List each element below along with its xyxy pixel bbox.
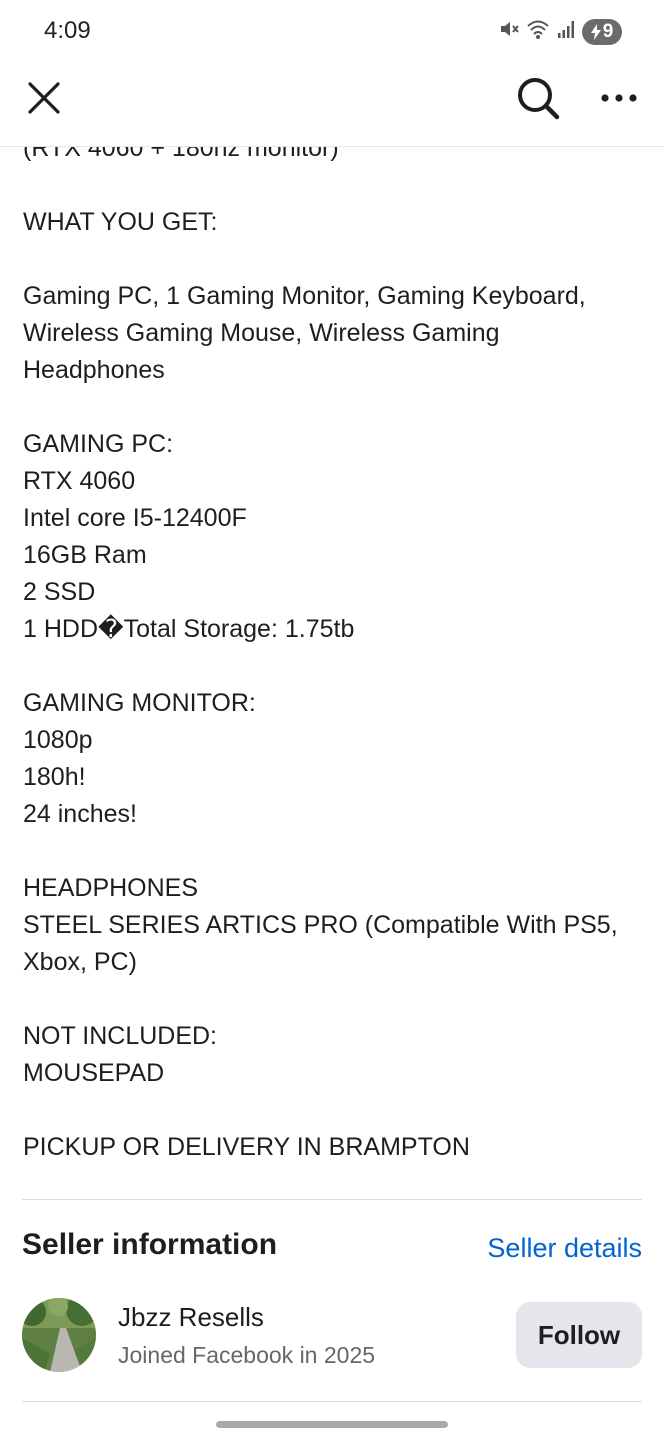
description-line: 1 HDD�Total Storage: 1.75tb: [23, 615, 355, 643]
seller-details-link[interactable]: Seller details: [487, 1233, 642, 1264]
description-line: PICKUP OR DELIVERY IN BRAMPTON: [23, 1133, 470, 1161]
search-button[interactable]: [512, 72, 564, 124]
status-time: 4:09: [44, 17, 91, 44]
avatar[interactable]: [22, 1298, 96, 1372]
description-line: 180h!: [23, 763, 86, 791]
seller-joined-date: Joined Facebook in 2025: [118, 1342, 376, 1368]
signal-icon: [556, 19, 576, 44]
description-blank-line: [23, 648, 643, 685]
description-line: GAMING PC:: [23, 430, 174, 458]
description-line: Xbox, PC): [23, 948, 137, 976]
mute-icon: [498, 18, 520, 45]
description-line: RTX 4060: [23, 467, 136, 495]
description-blank-line: [23, 389, 643, 426]
battery-level: 9: [602, 20, 614, 42]
description-line: WHAT YOU GET:: [23, 208, 218, 236]
seller-name[interactable]: Jbzz Resells: [118, 1302, 264, 1333]
description-line: Intel core I5-12400F: [23, 504, 247, 532]
wifi-icon: [526, 18, 550, 45]
section-divider: [22, 1199, 642, 1200]
top-navigation: [0, 64, 664, 147]
description-blank-line: [23, 1092, 643, 1129]
description-line: 24 inches!: [23, 800, 137, 828]
battery-charging-icon: 9: [582, 18, 622, 45]
description-blank-line: [23, 981, 643, 1018]
description-line: Headphones: [23, 356, 165, 384]
description-blank-line: [23, 167, 643, 204]
description-line: 2 SSD: [23, 578, 96, 606]
description-line: Gaming PC, 1 Gaming Monitor, Gaming Keyb…: [23, 282, 586, 310]
section-divider: [22, 1401, 642, 1402]
description-line: NOT INCLUDED:: [23, 1022, 218, 1050]
description-line: 1080p: [23, 726, 93, 754]
status-icons: 9: [498, 18, 622, 45]
search-icon: [518, 78, 560, 120]
description-line: GAMING MONITOR:: [23, 689, 256, 717]
status-bar: 4:09 9: [0, 0, 664, 64]
more-options-button[interactable]: [593, 72, 645, 124]
close-button[interactable]: [18, 72, 70, 124]
description-blank-line: [23, 833, 643, 870]
description-line: MOUSEPAD: [23, 1059, 165, 1087]
more-options-icon: [601, 94, 637, 102]
seller-information-heading: Seller information: [22, 1228, 278, 1261]
follow-button[interactable]: Follow: [516, 1302, 642, 1368]
close-icon: [28, 82, 60, 114]
listing-description: (RTX 4060 + 180hz monitor) WHAT YOU GET: G…: [23, 130, 643, 1166]
description-blank-line: [23, 241, 643, 278]
description-line: HEADPHONES: [23, 874, 199, 902]
description-line: STEEL SERIES ARTICS PRO (Compatible With…: [23, 911, 618, 939]
home-indicator[interactable]: [216, 1421, 448, 1428]
description-line: Wireless Gaming Mouse, Wireless Gaming: [23, 319, 500, 347]
description-line: 16GB Ram: [23, 541, 147, 569]
